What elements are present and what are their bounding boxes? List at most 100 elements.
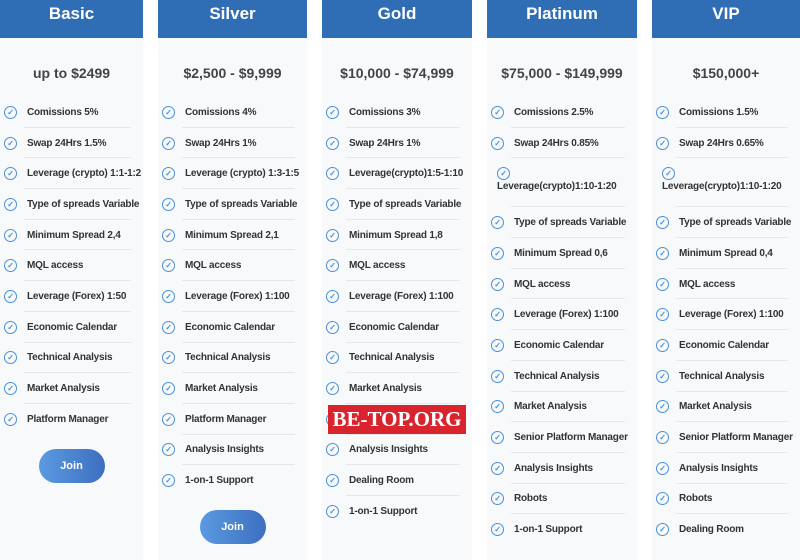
feature-label: Minimum Spread 1,8	[349, 229, 443, 241]
feature-label: Economic Calendar	[349, 321, 439, 333]
feature-label: Economic Calendar	[185, 321, 275, 333]
feature-label: Minimum Spread 2,1	[185, 229, 279, 241]
feature-item: ✓ Market Analysis	[158, 373, 307, 404]
feature-label: 1-on-1 Support	[349, 505, 418, 517]
feature-label: Type of spreads Variable	[185, 198, 298, 210]
feature-item: ✓ Analysis Insights	[158, 435, 307, 466]
check-circle-icon: ✓	[656, 492, 669, 506]
feature-label: 1-on-1 Support	[514, 524, 583, 536]
feature-label: Leverage (Forex) 1:50	[27, 290, 127, 302]
plan-price: $2,500 - $9,999	[183, 65, 282, 81]
check-circle-icon: ✓	[656, 461, 669, 475]
feature-item: ✓ Leverage (Forex) 1:100	[487, 299, 637, 330]
check-circle-icon: ✓	[491, 461, 504, 475]
feature-label: Technical Analysis	[514, 370, 600, 382]
check-circle-icon: ✓	[162, 443, 175, 457]
feature-item: ✓ Technical Analysis	[0, 343, 143, 374]
feature-item: ✓ Type of spreads Variable	[0, 189, 143, 220]
feature-item: ✓ Analysis Insights	[487, 453, 637, 484]
feature-label: Economic Calendar	[27, 321, 117, 333]
feature-label: Technical Analysis	[349, 352, 435, 364]
feature-label: Senior Platform Manager	[514, 432, 628, 444]
feature-label: Dealing Room	[679, 524, 744, 536]
feature-item: ✓ Comissions 1.5%	[652, 97, 800, 128]
feature-item: ✓ Minimum Spread 0,6	[487, 238, 637, 269]
feature-item: ✓ Dealing Room	[322, 465, 472, 496]
feature-item: ✓ Swap 24Hrs 1.5%	[0, 128, 143, 159]
plan-title: VIP	[652, 0, 800, 38]
check-circle-icon: ✓	[326, 105, 339, 119]
feature-item: ✓ MQL access	[322, 250, 472, 281]
feature-item: ✓ Swap 24Hrs 0.85%	[487, 128, 637, 159]
check-circle-icon: ✓	[326, 320, 339, 334]
feature-label: Dealing Room	[349, 475, 414, 487]
feature-item: ✓ Market Analysis	[0, 373, 143, 404]
plan-card-silver: Silver $2,500 - $9,999 ✓ Comissions 4% ✓ Swa…	[158, 0, 307, 560]
feature-item: ✓ Economic Calendar	[158, 312, 307, 343]
feature-item: ✓ MQL access	[158, 250, 307, 281]
feature-item: ✓ Platform Manager	[158, 404, 307, 435]
feature-label: Economic Calendar	[679, 339, 769, 351]
check-circle-icon: ✓	[656, 308, 669, 322]
check-circle-icon: ✓	[326, 228, 339, 242]
feature-item: ✓ Comissions 4%	[158, 97, 307, 128]
feature-item: ✓ 1-on-1 Support	[158, 465, 307, 496]
feature-item: ✓ Technical Analysis	[487, 361, 637, 392]
feature-item: ✓ MQL access	[0, 250, 143, 281]
feature-label: Senior Platform Manager	[679, 432, 793, 444]
feature-label: Market Analysis	[514, 401, 587, 413]
feature-label: Swap 24Hrs 1.5%	[27, 137, 107, 149]
check-circle-icon: ✓	[491, 105, 504, 119]
watermark-logo: BE-TOP.ORG	[328, 405, 466, 434]
check-circle-icon: ✓	[491, 523, 504, 537]
feature-label: Market Analysis	[349, 383, 422, 395]
check-circle-icon: ✓	[326, 351, 339, 365]
check-circle-icon: ✓	[326, 504, 339, 518]
feature-label: Swap 24Hrs 1%	[185, 137, 257, 149]
check-circle-icon: ✓	[162, 197, 175, 211]
feature-label: Market Analysis	[679, 401, 752, 413]
feature-item: ✓ Leverage (crypto) 1:3-1:5	[158, 158, 307, 189]
check-circle-icon: ✓	[656, 523, 669, 537]
feature-item: ✓ Market Analysis	[652, 392, 800, 423]
join-button[interactable]: Join	[38, 448, 105, 483]
feature-label: Leverage (Forex) 1:100	[514, 309, 619, 321]
feature-item: ✓ Leverage (crypto) 1:1-1:2	[0, 158, 143, 189]
feature-label: 1-on-1 Support	[185, 475, 254, 487]
feature-item: ✓ Leverage (Forex) 1:100	[652, 299, 800, 330]
check-circle-icon: ✓	[4, 259, 17, 273]
feature-item: ✓ Type of spreads Variable	[487, 207, 637, 238]
feature-label: Leverage (Forex) 1:100	[679, 309, 784, 321]
check-circle-icon: ✓	[497, 167, 510, 181]
feature-label: Leverage (Forex) 1:100	[185, 290, 290, 302]
check-circle-icon: ✓	[491, 308, 504, 322]
check-circle-icon: ✓	[491, 136, 504, 150]
feature-label: Analysis Insights	[349, 444, 428, 456]
join-button[interactable]: Join	[199, 509, 266, 544]
check-circle-icon: ✓	[491, 277, 504, 291]
feature-item: ✓ Type of spreads Variable	[158, 189, 307, 220]
check-circle-icon: ✓	[656, 338, 669, 352]
feature-label: Type of spreads Variable	[349, 198, 462, 210]
check-circle-icon: ✓	[4, 105, 17, 119]
check-circle-icon: ✓	[656, 369, 669, 383]
plan-title: Silver	[158, 0, 307, 38]
check-circle-icon: ✓	[326, 443, 339, 457]
feature-label: Minimum Spread 0,6	[514, 247, 608, 259]
check-circle-icon: ✓	[162, 136, 175, 150]
feature-item: ✓ Technical Analysis	[322, 343, 472, 374]
check-circle-icon: ✓	[656, 246, 669, 260]
feature-list: ✓ Comissions 2.5% ✓ Swap 24Hrs 0.85% ✓ Levera…	[487, 97, 637, 545]
check-circle-icon: ✓	[656, 400, 669, 414]
feature-label: Swap 24Hrs 0.85%	[514, 137, 599, 149]
feature-item: ✓ Comissions 3%	[322, 97, 472, 128]
feature-item: ✓ Dealing Room	[652, 514, 800, 545]
feature-item: ✓ Platform Manager	[0, 404, 143, 435]
check-circle-icon: ✓	[326, 474, 339, 488]
feature-label: MQL access	[679, 278, 736, 290]
feature-label: Comissions 3%	[349, 106, 421, 118]
check-circle-icon: ✓	[4, 412, 17, 426]
check-circle-icon: ✓	[162, 351, 175, 365]
feature-label: MQL access	[27, 260, 84, 272]
check-circle-icon: ✓	[162, 105, 175, 119]
